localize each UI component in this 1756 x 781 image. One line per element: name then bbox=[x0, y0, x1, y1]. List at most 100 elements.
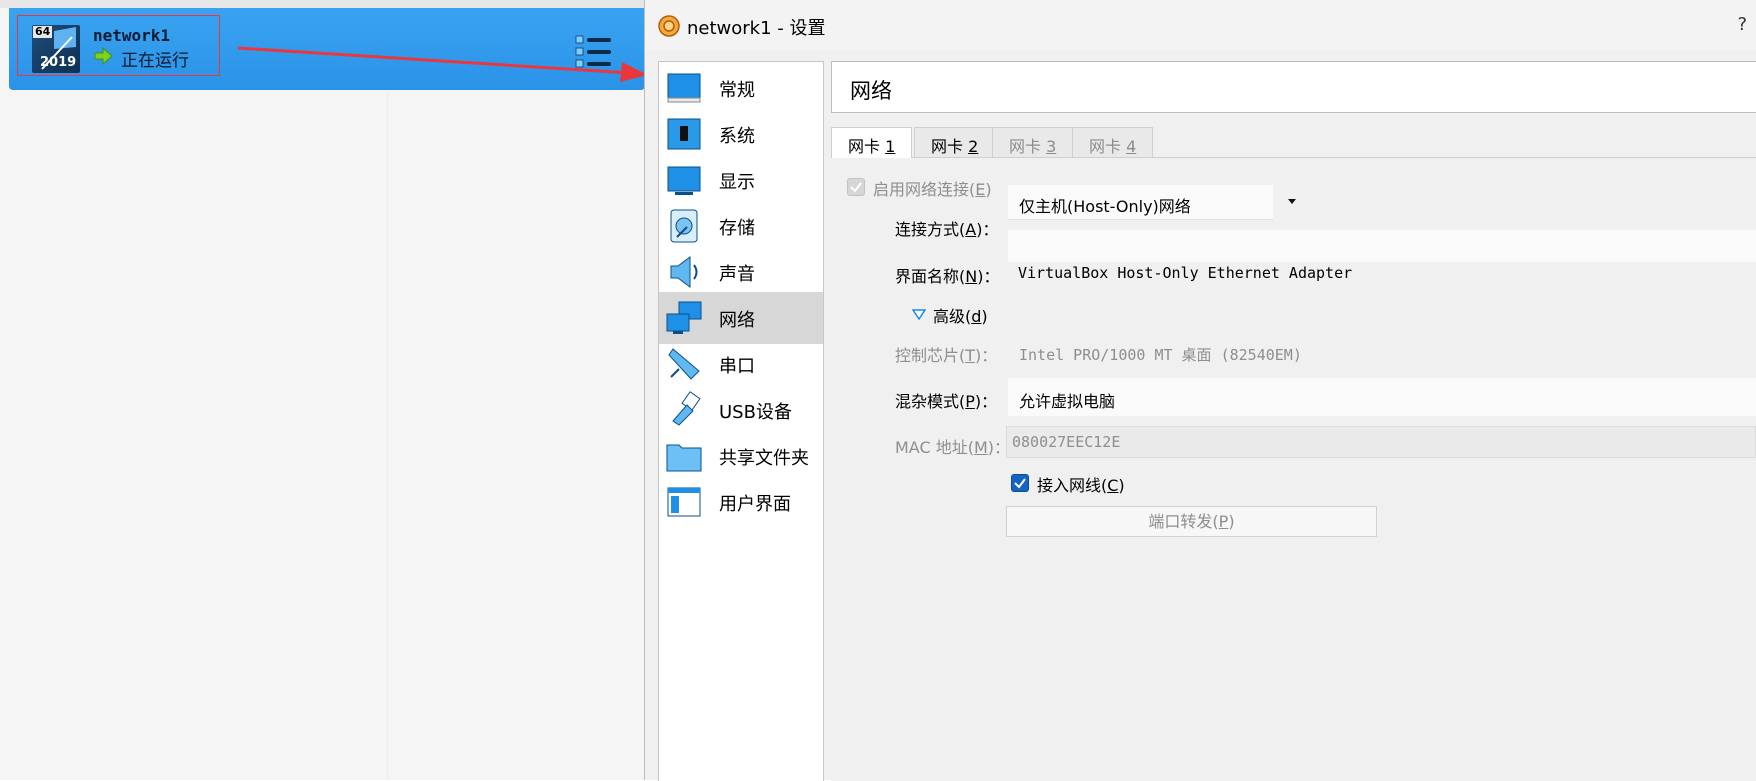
label-text: MAC 地址( bbox=[895, 438, 974, 457]
enable-adapter-checkbox[interactable] bbox=[847, 178, 865, 196]
shared-folder-icon bbox=[666, 444, 702, 472]
label-end: )： bbox=[976, 220, 999, 239]
shortcut-key: M bbox=[973, 438, 988, 457]
label-end: ) bbox=[981, 307, 988, 326]
cable-connected-checkbox[interactable] bbox=[1011, 474, 1029, 492]
tab-label: 网卡 bbox=[1089, 137, 1127, 156]
shortcut-key: d bbox=[971, 307, 982, 326]
label-end: ) bbox=[985, 180, 992, 199]
sidebar-item-audio[interactable]: 声音 bbox=[659, 246, 823, 298]
mac-address-field[interactable]: 080027EEC12E bbox=[1006, 426, 1756, 458]
label-end: )： bbox=[975, 346, 998, 365]
vm-manager-window: 64 2019 network1 正在运行 bbox=[0, 0, 645, 780]
interface-name-select[interactable]: VirtualBox Host-Only Ethernet Adapter bbox=[1008, 230, 1756, 282]
annotation-arrow bbox=[237, 46, 648, 82]
panel-header: 网络 bbox=[831, 61, 1756, 113]
tab-adapter-4[interactable]: 网卡 4 bbox=[1072, 127, 1154, 157]
sidebar-item-serial-port[interactable]: 串口 bbox=[659, 338, 823, 390]
general-icon bbox=[667, 73, 701, 103]
label-text: 界面名称( bbox=[895, 267, 966, 286]
help-button[interactable]: ? bbox=[1737, 14, 1747, 35]
attached-to-value: 仅主机(Host-Only)网络 bbox=[1019, 197, 1191, 216]
tab-label: 网卡 bbox=[1009, 137, 1047, 156]
tab-adapter-3[interactable]: 网卡 3 bbox=[992, 127, 1074, 157]
audio-icon bbox=[670, 256, 698, 288]
adapter-type-label: 控制芯片(T)： bbox=[895, 342, 997, 366]
sidebar-item-label: 声音 bbox=[719, 264, 755, 285]
sidebar-item-network[interactable]: 网络 bbox=[659, 292, 823, 344]
shortcut-key: A bbox=[965, 220, 977, 239]
shortcut-key: C bbox=[1107, 476, 1119, 495]
annotation-highlight-box bbox=[17, 15, 220, 76]
sidebar-item-label: 共享文件夹 bbox=[719, 448, 809, 469]
label-end: )： bbox=[977, 267, 1000, 286]
tab-adapter-1[interactable]: 网卡 1 bbox=[831, 127, 913, 158]
sidebar-item-display[interactable]: 显示 bbox=[659, 154, 823, 206]
label-text: 混杂模式( bbox=[895, 392, 966, 411]
label-text: 高级( bbox=[933, 307, 972, 326]
tab-number: 3 bbox=[1046, 137, 1057, 156]
tab-number: 4 bbox=[1126, 137, 1137, 156]
cable-connected-label[interactable]: 接入网线(C) bbox=[1037, 472, 1125, 496]
sidebar-item-label: 网络 bbox=[719, 310, 755, 331]
sidebar-item-usb[interactable]: USB设备 bbox=[659, 384, 823, 436]
network-icon bbox=[666, 301, 702, 334]
sidebar-item-label: 存储 bbox=[719, 218, 755, 239]
label-text: 启用网络连接( bbox=[873, 180, 976, 199]
port-forwarding-button[interactable]: 端口转发(P) bbox=[1006, 506, 1377, 537]
label-text: 连接方式( bbox=[895, 220, 966, 239]
checkmark-icon bbox=[1014, 478, 1026, 489]
sidebar-item-label: 用户界面 bbox=[719, 494, 791, 515]
sidebar-item-label: 显示 bbox=[719, 172, 755, 193]
label-text: 控制芯片( bbox=[895, 346, 966, 365]
adapter-tabs: 网卡 1 网卡 2 网卡 3 网卡 4 bbox=[831, 127, 1756, 158]
tab-label: 网卡 bbox=[848, 137, 886, 156]
shortcut-key: E bbox=[975, 180, 986, 199]
label-text: 端口转发( bbox=[1148, 512, 1219, 531]
mac-address-value: 080027EEC12E bbox=[1012, 433, 1121, 451]
label-text: 接入网线( bbox=[1037, 476, 1108, 495]
attached-to-label: 连接方式(A)： bbox=[895, 216, 998, 240]
shortcut-key: T bbox=[965, 346, 976, 365]
label-end: ) bbox=[1228, 512, 1235, 531]
promiscuous-mode-label: 混杂模式(P)： bbox=[895, 388, 997, 412]
expand-triangle-icon[interactable] bbox=[912, 309, 926, 320]
advanced-toggle[interactable]: 高级(d) bbox=[933, 303, 988, 327]
attached-to-select[interactable]: 仅主机(Host-Only)网络 bbox=[1008, 185, 1296, 220]
interface-name-value: VirtualBox Host-Only Ethernet Adapter bbox=[1018, 264, 1353, 282]
sidebar-item-general[interactable]: 常规 bbox=[659, 62, 823, 114]
shortcut-key: N bbox=[965, 267, 978, 286]
dialog-titlebar[interactable]: network1 - 设置 ? bbox=[645, 0, 1756, 50]
usb-icon bbox=[672, 391, 701, 426]
sidebar-item-label: 系统 bbox=[719, 126, 755, 147]
dropdown-arrow-icon bbox=[1288, 199, 1296, 204]
serial-port-icon bbox=[668, 348, 700, 380]
user-interface-icon bbox=[667, 487, 701, 517]
display-icon bbox=[667, 166, 701, 195]
sidebar-item-storage[interactable]: 存储 bbox=[659, 200, 823, 252]
settings-sidebar: 常规 系统 显示 存储 声音 网络 串口 USB设备 共享文件夹 用户界面 bbox=[658, 61, 824, 781]
sidebar-item-label: USB设备 bbox=[719, 402, 792, 423]
adapter-type-value: Intel PRO/1000 MT 桌面 (82540EM) bbox=[1019, 346, 1302, 364]
promiscuous-mode-select[interactable]: 允许虚拟电脑 bbox=[1008, 378, 1756, 416]
column-divider bbox=[387, 92, 388, 780]
mac-address-label: MAC 地址(M)： bbox=[895, 434, 1010, 458]
shortcut-key: P bbox=[1218, 512, 1229, 531]
label-end: )： bbox=[974, 392, 998, 411]
checkmark-icon bbox=[850, 182, 862, 193]
toolbar-strip bbox=[0, 0, 645, 8]
sidebar-item-label: 串口 bbox=[719, 356, 755, 377]
sidebar-item-user-interface[interactable]: 用户界面 bbox=[659, 476, 823, 528]
tab-adapter-2[interactable]: 网卡 2 bbox=[914, 127, 996, 157]
sidebar-item-shared-folders[interactable]: 共享文件夹 bbox=[659, 430, 823, 482]
tab-number: 2 bbox=[968, 137, 979, 156]
virtualbox-gear-icon bbox=[658, 15, 680, 37]
sidebar-item-label: 常规 bbox=[719, 80, 755, 101]
interface-name-label: 界面名称(N)： bbox=[895, 263, 999, 287]
sidebar-item-system[interactable]: 系统 bbox=[659, 108, 823, 160]
enable-adapter-label: 启用网络连接(E) bbox=[873, 176, 992, 200]
shortcut-key: P bbox=[965, 392, 975, 411]
dialog-title: network1 - 设置 bbox=[687, 18, 826, 39]
network-settings-panel: 网络 网卡 1 网卡 2 网卡 3 网卡 4 bbox=[831, 61, 1756, 781]
promiscuous-mode-value: 允许虚拟电脑 bbox=[1019, 392, 1116, 411]
